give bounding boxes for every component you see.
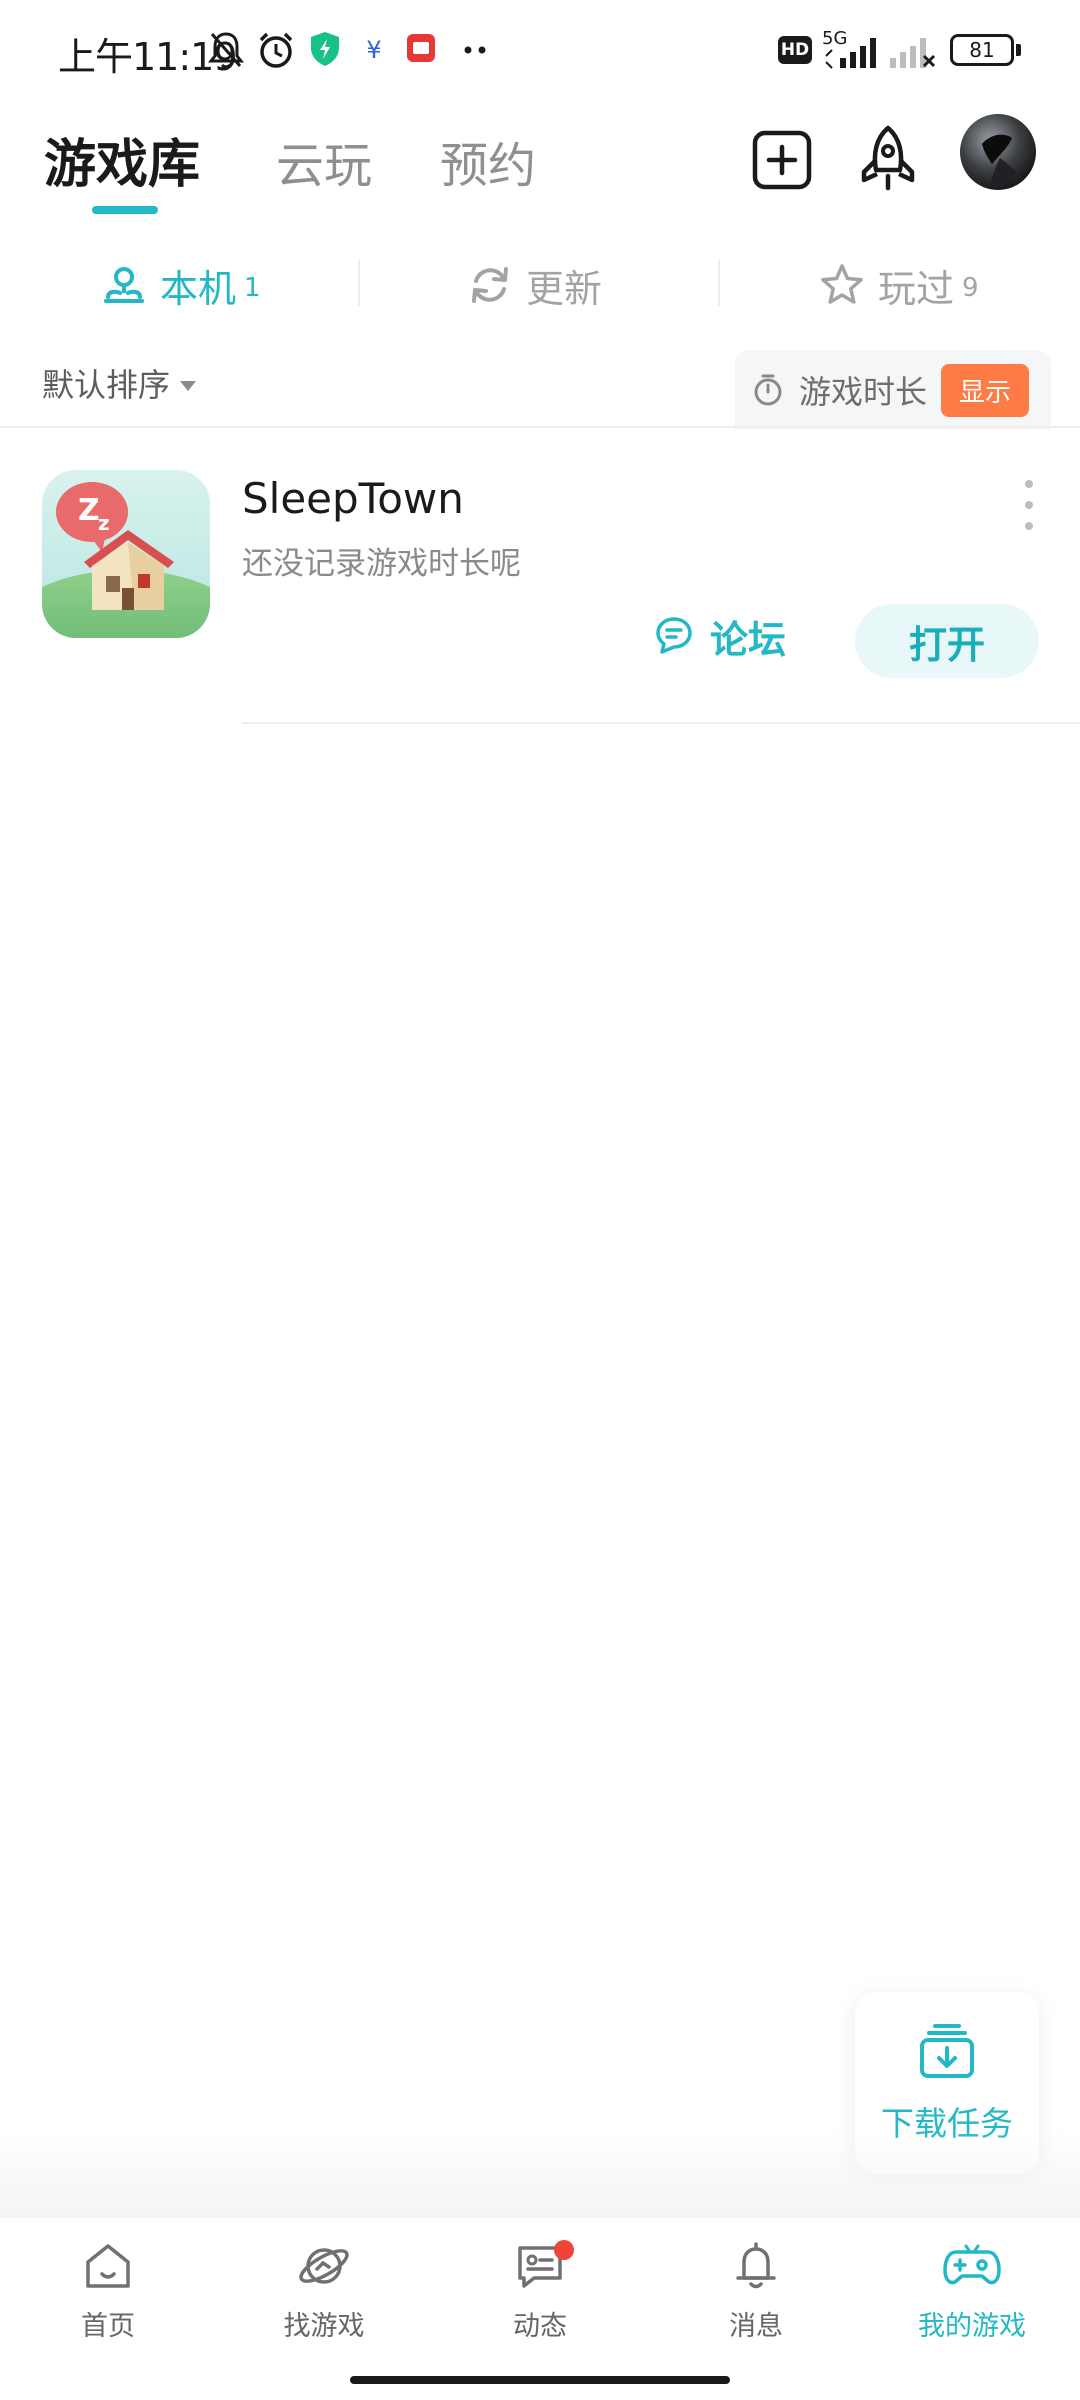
subtab-local-count: 1: [244, 273, 261, 303]
battery-level: 81: [969, 38, 995, 62]
playtime-toggle[interactable]: 游戏时长 显示: [735, 350, 1051, 430]
nav-my-games-label: 我的游戏: [918, 2311, 1026, 2342]
add-square-icon[interactable]: [742, 120, 822, 200]
nav-home[interactable]: 首页: [0, 2238, 216, 2358]
subtab-played-count: 9: [962, 273, 979, 303]
refresh-icon: [472, 267, 508, 303]
nav-feed-label: 动态: [513, 2311, 567, 2342]
more-dot: [1025, 480, 1033, 488]
forum-button[interactable]: 论坛: [652, 600, 786, 672]
tab-game-library[interactable]: 游戏库: [44, 122, 200, 197]
tab-reservation[interactable]: 预约: [440, 126, 536, 196]
gamepad-icon: [943, 2244, 1001, 2285]
bell-off-icon: [208, 32, 244, 69]
game-icon-sleeptown[interactable]: Z z: [42, 470, 210, 638]
more-dot: [1025, 501, 1033, 509]
svg-text:Z: Z: [78, 493, 100, 528]
subtab-update[interactable]: 更新: [466, 240, 602, 330]
home-icon: [86, 2244, 130, 2288]
signal-strength-icon: [825, 38, 876, 69]
bottom-fade: [0, 2130, 1080, 2220]
forum-chat-icon: [656, 617, 692, 654]
shield-icon: [311, 32, 339, 66]
header: 游戏库 云玩 预约: [0, 100, 1080, 230]
active-tab-indicator: [92, 206, 158, 214]
game-playtime-status: 还没记录游戏时长呢: [242, 546, 521, 582]
status-bar: 上午11:19 ¥ HD 5G 81: [0, 0, 1080, 100]
subtab-played[interactable]: 玩过 9: [818, 240, 979, 330]
battery-indicator: 81: [950, 34, 1014, 66]
star-icon: [821, 264, 863, 304]
rocket-icon[interactable]: [848, 120, 928, 200]
alarm-icon: [259, 32, 293, 68]
nav-discover-label: 找游戏: [283, 2311, 365, 2342]
nav-messages-label: 消息: [729, 2311, 783, 2342]
location-pin-icon: [104, 267, 144, 303]
divider: [242, 722, 1080, 724]
download-tray-icon: [920, 2024, 974, 2078]
signal-secondary-icon: [890, 38, 936, 68]
subtab-divider: [358, 260, 360, 306]
nav-discover[interactable]: 找游戏: [216, 2238, 432, 2358]
hd-badge: HD: [778, 36, 812, 64]
battery-tip: [1016, 44, 1021, 56]
tab-cloud-play[interactable]: 云玩: [276, 126, 372, 196]
avatar-image: [982, 134, 1020, 186]
subtab-divider: [718, 260, 720, 306]
avatar[interactable]: [960, 114, 1036, 190]
notification-badge: [554, 2240, 574, 2260]
nav-home-label: 首页: [81, 2311, 135, 2342]
stopwatch-icon: [754, 374, 782, 406]
more-dot: [1025, 522, 1033, 530]
nav-my-games[interactable]: 我的游戏: [864, 2238, 1080, 2358]
divider: [0, 426, 1080, 428]
home-indicator[interactable]: [350, 2376, 730, 2384]
bottom-nav: 首页 找游戏 动态 消息 我的游戏: [0, 2218, 1080, 2400]
red-app-icon: [407, 34, 435, 62]
sort-label: 默认排序: [42, 366, 171, 404]
show-playtime-button[interactable]: 显示: [941, 363, 1030, 417]
subtab-local-label: 本机: [160, 266, 237, 311]
open-game-button[interactable]: 打开: [855, 604, 1039, 678]
sort-dropdown[interactable]: 默认排序: [42, 360, 197, 406]
forum-label: 论坛: [710, 617, 787, 662]
more-notifications-icon: [464, 46, 486, 54]
nav-messages[interactable]: 消息: [648, 2238, 864, 2358]
svg-text:¥: ¥: [366, 36, 381, 64]
subtab-update-label: 更新: [526, 266, 603, 311]
bell-icon: [736, 2242, 776, 2289]
playtime-label: 游戏时长: [799, 373, 928, 411]
sort-row: 默认排序 游戏时长 显示: [0, 350, 1080, 430]
subtab-local[interactable]: 本机 1: [100, 240, 261, 330]
game-list-item[interactable]: Z z SleepTown 还没记录游戏时长呢 论坛 打开: [0, 440, 1080, 730]
caret-down-icon: [180, 381, 197, 391]
more-options-button[interactable]: [1014, 480, 1044, 530]
nav-feed[interactable]: 动态: [432, 2238, 648, 2358]
game-title: SleepTown: [242, 474, 464, 523]
payment-app-icon: ¥: [366, 36, 381, 64]
sleeptown-app-icon: Z z: [42, 470, 210, 638]
planet-icon: [299, 2248, 349, 2284]
svg-text:z: z: [98, 511, 110, 535]
subtabs: 本机 1 更新 玩过 9: [0, 240, 1080, 330]
subtab-played-label: 玩过: [878, 266, 955, 311]
